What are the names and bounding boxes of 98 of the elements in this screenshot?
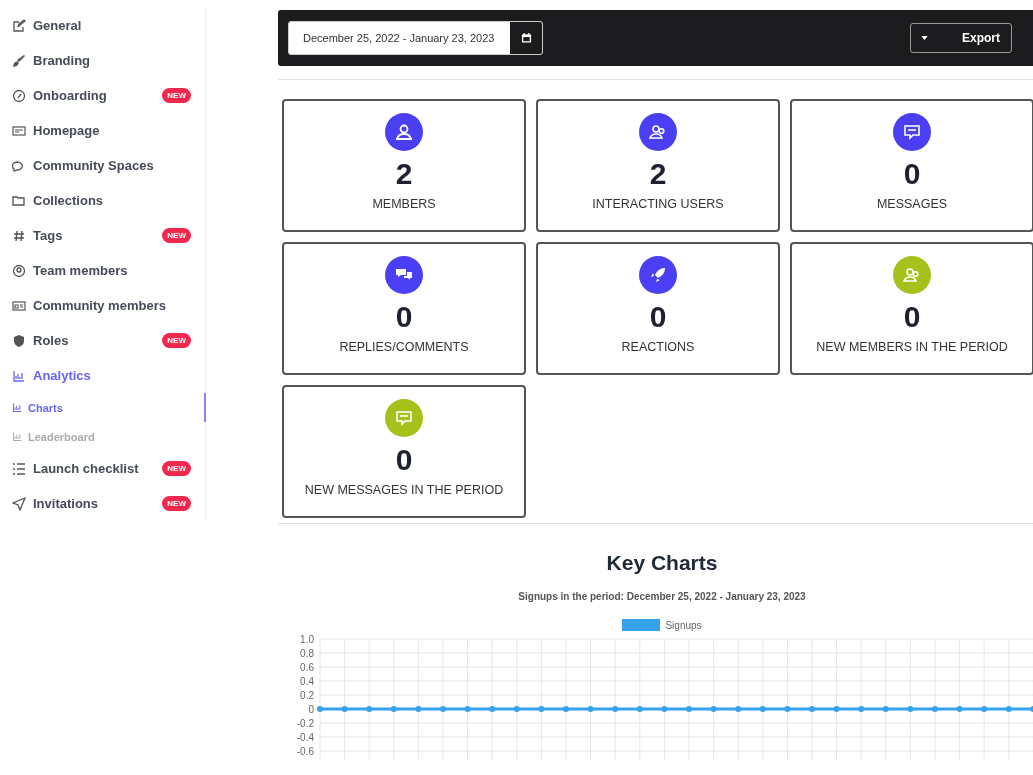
data-point <box>735 706 742 712</box>
pencil-icon <box>12 18 26 33</box>
list-icon <box>12 461 26 476</box>
data-point <box>415 706 422 712</box>
message-icon <box>902 122 922 142</box>
data-point <box>784 706 791 712</box>
chart-icon <box>12 402 23 413</box>
caret-icon <box>921 36 928 40</box>
y-tick-label: 0.8 <box>300 648 314 659</box>
id-card-icon <box>12 298 26 313</box>
y-tick-label: 1.0 <box>300 634 314 645</box>
sidebar-item[interactable]: Invitations <box>12 496 98 511</box>
data-point <box>858 706 865 712</box>
brush-icon <box>12 53 26 68</box>
chat-icon <box>12 158 26 173</box>
sidebar-item[interactable]: Launch checklist <box>12 461 139 476</box>
data-point <box>636 706 643 712</box>
stat-label: REPLIES/COMMENTS <box>339 340 469 354</box>
compass-icon <box>12 88 26 103</box>
sidebar-item[interactable]: Tags <box>12 228 63 243</box>
data-point <box>932 706 938 712</box>
stat-label: MESSAGES <box>876 197 948 211</box>
data-point <box>686 706 692 712</box>
data-point <box>661 706 668 712</box>
new-badge: NEW <box>162 496 191 511</box>
sidebar-item[interactable]: Collections <box>12 193 104 208</box>
sidebar-item[interactable]: Branding <box>12 53 91 68</box>
sidebar-item[interactable]: Team members <box>12 263 128 278</box>
y-tick-label: -0.6 <box>296 746 314 757</box>
data-point <box>1005 706 1012 712</box>
new-badge: NEW <box>162 228 191 243</box>
people-icon <box>648 122 668 142</box>
data-point <box>759 706 766 712</box>
hash-icon <box>12 228 26 243</box>
y-tick-label: 0.4 <box>300 676 314 687</box>
sidebar-item[interactable]: Community Spaces <box>12 158 154 173</box>
stat-value: 0 <box>649 300 667 334</box>
data-point <box>587 706 594 712</box>
date-range-field[interactable]: December 25, 2022 - January 23, 2023 <box>288 21 544 55</box>
sidebar-item[interactable]: Roles <box>12 333 69 348</box>
data-point <box>538 706 545 712</box>
section-heading: Key Charts <box>605 551 719 575</box>
data-point <box>341 706 348 712</box>
data-point <box>1030 706 1033 712</box>
send-icon <box>12 496 26 511</box>
stat-value: 0 <box>395 443 413 477</box>
stat-label: INTERACTING USERS <box>592 197 724 211</box>
export-button[interactable]: Export <box>910 23 1012 53</box>
data-point <box>317 706 323 712</box>
data-point <box>489 706 496 712</box>
chart-icon <box>12 368 26 383</box>
stat-value: 2 <box>649 157 667 191</box>
data-point <box>513 706 520 712</box>
data-point <box>907 706 914 712</box>
y-tick-label: 0 <box>308 704 314 715</box>
stat-label: NEW MEMBERS IN THE PERIOD <box>816 340 1008 354</box>
people-icon <box>902 265 922 285</box>
y-tick-label: -0.4 <box>296 732 314 743</box>
stat-value: 0 <box>903 157 921 191</box>
stat-label: MEMBERS <box>372 197 436 211</box>
shield-icon <box>12 333 26 348</box>
data-point <box>464 706 471 712</box>
legend-label: Signups <box>665 619 702 631</box>
y-tick-label: 0.6 <box>300 662 314 673</box>
new-badge: NEW <box>162 333 191 348</box>
sidebar-item[interactable]: Onboarding <box>12 88 107 103</box>
sidebar-item[interactable]: Homepage <box>12 123 100 138</box>
data-point <box>710 706 717 712</box>
stat-value: 0 <box>395 300 413 334</box>
data-point <box>440 706 446 712</box>
data-point <box>366 706 373 712</box>
chart-title: Signups in the period: December 25, 2022 - January 23, 2023 <box>517 591 807 602</box>
calendar-icon <box>520 32 532 44</box>
data-point <box>882 706 889 712</box>
message-icon <box>394 408 414 428</box>
new-badge: NEW <box>162 461 191 476</box>
new-badge: NEW <box>162 88 191 103</box>
stat-label: REACTIONS <box>621 340 695 354</box>
layout-icon <box>12 123 26 138</box>
y-tick-label: -0.2 <box>296 718 314 729</box>
sidebar-item[interactable]: General <box>12 18 82 33</box>
stat-label: NEW MESSAGES IN THE PERIOD <box>304 483 504 497</box>
data-point <box>956 706 963 712</box>
data-point <box>390 706 397 712</box>
y-tick-label: 0.2 <box>300 690 314 701</box>
folder-icon <box>12 193 26 208</box>
sidebar-item[interactable]: Community members <box>12 298 166 313</box>
rocket-icon <box>648 265 668 285</box>
data-point <box>809 706 815 712</box>
data-point <box>563 706 569 712</box>
data-point <box>833 706 840 712</box>
stat-value: 2 <box>395 157 413 191</box>
stat-value: 0 <box>903 300 921 334</box>
data-point <box>981 706 988 712</box>
sidebar-subitem[interactable]: Charts <box>12 393 206 422</box>
chart-icon <box>12 431 23 442</box>
sidebar-item[interactable]: Analytics <box>12 368 91 383</box>
data-point <box>612 706 619 712</box>
